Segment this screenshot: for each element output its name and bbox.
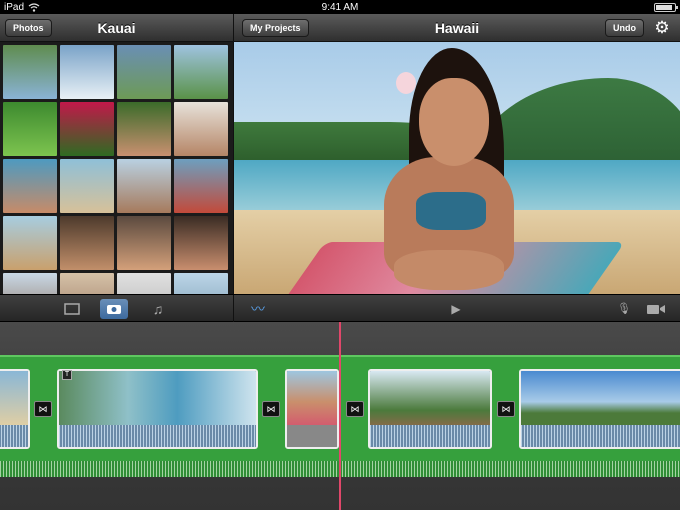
playhead[interactable]	[339, 322, 341, 510]
photo-thumbnail[interactable]	[3, 216, 57, 270]
camera-icon[interactable]	[100, 299, 128, 319]
viewer-image-face	[419, 78, 489, 166]
photo-thumbnail[interactable]	[174, 45, 228, 99]
photo-thumbnail[interactable]	[174, 159, 228, 213]
battery-icon	[654, 2, 678, 12]
photo-thumbnail[interactable]	[117, 273, 171, 294]
viewer-toolbar: My Projects Hawaii Undo ⚙	[234, 14, 680, 42]
mode-bar-divider	[233, 295, 234, 323]
transition-icon[interactable]: ⋈	[34, 401, 52, 417]
photo-thumbnail[interactable]	[117, 216, 171, 270]
photo-thumbnail[interactable]	[60, 45, 114, 99]
timeline-clip[interactable]	[519, 369, 680, 449]
timeline-clip[interactable]	[0, 369, 30, 449]
photo-thumbnail[interactable]	[174, 102, 228, 156]
status-bar: iPad 9:41 AM	[0, 0, 680, 14]
device-label: iPad	[4, 1, 25, 13]
waveform-icon[interactable]: 〰	[244, 299, 272, 319]
photo-thumbnail[interactable]	[3, 273, 57, 294]
media-browser-toolbar: Photos Kauai	[0, 14, 233, 42]
photo-thumbnail[interactable]	[3, 102, 57, 156]
gear-icon[interactable]: ⚙	[652, 18, 672, 38]
transition-icon[interactable]: ⋈	[497, 401, 515, 417]
photo-thumbnail[interactable]	[60, 159, 114, 213]
photo-thumbnail[interactable]	[60, 273, 114, 294]
play-icon[interactable]: ▶	[442, 299, 470, 319]
transition-icon[interactable]: ⋈	[262, 401, 280, 417]
album-title: Kauai	[97, 20, 136, 36]
timeline-clip[interactable]	[368, 369, 492, 449]
photo-thumbnail[interactable]	[117, 102, 171, 156]
viewer-image-hands	[394, 250, 504, 290]
microphone-icon[interactable]: 🎙	[610, 299, 638, 319]
wifi-icon	[28, 2, 40, 12]
photo-thumbnail[interactable]	[3, 159, 57, 213]
photo-thumbnail[interactable]	[60, 216, 114, 270]
photo-thumbnail[interactable]	[174, 216, 228, 270]
mode-bar: ♫ 〰 ▶ 🎙	[0, 294, 680, 323]
title-badge-icon: T	[62, 370, 72, 380]
project-timeline[interactable]: ⋈ T ⋈ ⋈ ⋈	[0, 322, 680, 510]
photo-thumbnail[interactable]	[117, 45, 171, 99]
viewer-image-swimsuit	[416, 192, 486, 230]
timeline-clip[interactable]	[285, 369, 339, 449]
video-icon[interactable]	[58, 299, 86, 319]
photo-thumbnail[interactable]	[60, 102, 114, 156]
video-viewer[interactable]	[234, 42, 680, 294]
timeline-clip[interactable]	[57, 369, 258, 449]
photo-grid	[0, 42, 233, 294]
clock: 9:41 AM	[321, 1, 359, 13]
photo-thumbnail[interactable]	[117, 159, 171, 213]
viewer-image-flower	[396, 72, 416, 94]
video-camera-icon[interactable]	[642, 299, 670, 319]
photo-thumbnail[interactable]	[174, 273, 228, 294]
undo-button[interactable]: Undo	[605, 19, 644, 37]
photo-thumbnail[interactable]	[3, 45, 57, 99]
music-icon[interactable]: ♫	[144, 299, 172, 319]
transition-icon[interactable]: ⋈	[346, 401, 364, 417]
